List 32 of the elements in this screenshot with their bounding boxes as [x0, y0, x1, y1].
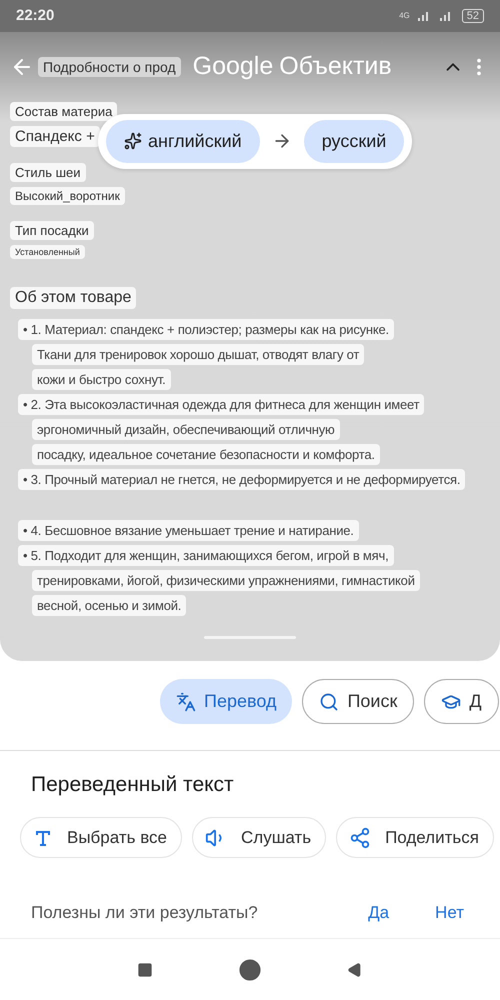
translate-icon: [176, 692, 196, 712]
product-details-label: Подробности о прод: [38, 56, 181, 77]
action-button[interactable]: Поделиться: [336, 817, 494, 858]
sheet-title: Переведенный текст: [30, 772, 235, 798]
recents-icon[interactable]: [137, 962, 153, 978]
battery-level: 52: [462, 8, 484, 23]
app-title: Объектив: [279, 52, 392, 82]
brand-name: Google: [192, 52, 274, 82]
action-button[interactable]: Выбрать все: [20, 817, 182, 858]
attribute-label: Стиль шеи: [10, 162, 86, 182]
target-language[interactable]: русский: [304, 120, 404, 163]
home-icon[interactable]: [239, 958, 261, 981]
attribute-value: Спандекс +: [10, 126, 100, 147]
no-link[interactable]: Нет: [435, 903, 464, 924]
mode-chip[interactable]: Д: [424, 679, 499, 724]
sparkle-icon: [124, 132, 142, 150]
source-language[interactable]: английский: [106, 120, 260, 163]
action-button[interactable]: Слушать: [192, 817, 326, 858]
yes-link[interactable]: Да: [368, 903, 390, 924]
attribute-value: Установленный: [10, 244, 85, 259]
share-icon: [349, 826, 372, 849]
mode-chip[interactable]: Перевод: [160, 679, 292, 724]
attribute-label: Состав материа: [10, 102, 118, 121]
attribute-label: Тип посадки: [10, 220, 94, 240]
back-icon[interactable]: [347, 962, 363, 978]
search-icon: [319, 692, 340, 712]
feedback-question: Полезны ли эти результаты?: [31, 903, 259, 924]
attribute-value: Высокий_воротник: [10, 186, 125, 205]
section-title: Об этом товаре: [10, 286, 136, 309]
mode-chip[interactable]: Поиск: [302, 679, 414, 724]
network-type: 4G: [399, 11, 410, 20]
status-time: 22:20: [16, 7, 54, 24]
